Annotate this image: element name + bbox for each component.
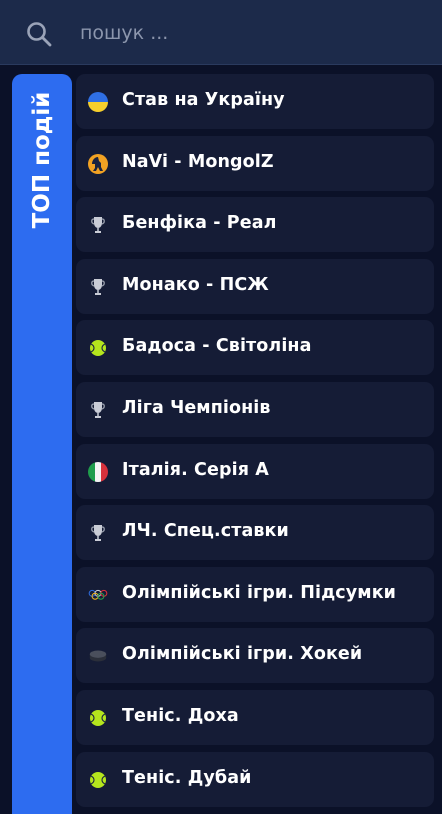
list-item[interactable]: Бенфіка - Реал — [76, 197, 434, 253]
list-item-label: Бадоса - Світоліна — [122, 336, 312, 357]
list-item-label: Монако - ПСЖ — [122, 274, 269, 295]
list-item[interactable]: Теніс. Дубай — [76, 751, 434, 807]
list-item-label: NaVi - MongolZ — [122, 151, 274, 172]
tennis-ball-icon — [88, 708, 108, 728]
list-item-label: Олімпійські ігри. Підсумки — [122, 582, 397, 603]
italy-flag-icon — [88, 461, 108, 482]
list-item[interactable]: NaVi - MongolZ — [76, 135, 434, 191]
top-events-list: Став на Україну NaVi - MongolZ Бенфіка -… — [76, 74, 434, 813]
list-item[interactable]: Став на Україну — [76, 74, 434, 129]
hockey-puck-icon — [88, 646, 108, 666]
list-item-label: Теніс. Дубай — [122, 767, 252, 788]
counter-strike-icon — [88, 153, 108, 174]
top-events-tab[interactable]: ТОП подій — [12, 74, 72, 814]
list-item-label: Бенфіка - Реал — [122, 213, 277, 234]
list-item-label: Ліга Чемпіонів — [122, 397, 271, 418]
list-item-label: Став на Україну — [122, 90, 285, 110]
list-item[interactable]: ЛЧ. Спец.ставки — [76, 505, 434, 561]
list-item[interactable]: Олімпійські ігри. Хокей — [76, 628, 434, 684]
list-item-label: Теніс. Доха — [122, 705, 239, 726]
trophy-icon — [88, 523, 108, 543]
list-item-label: Італія. Серія А — [122, 459, 269, 480]
top-events-tab-label: ТОП подій — [29, 91, 55, 229]
search-bar — [0, 0, 442, 65]
trophy-icon — [88, 400, 108, 420]
list-item[interactable]: Олімпійські ігри. Підсумки — [76, 566, 434, 622]
trophy-icon — [88, 277, 108, 297]
list-item-label: Олімпійські ігри. Хокей — [122, 644, 363, 665]
list-item[interactable]: Ліга Чемпіонів — [76, 381, 434, 437]
olympic-rings-icon — [88, 585, 108, 605]
ukraine-flag-icon — [88, 92, 108, 112]
list-item[interactable]: Монако - ПСЖ — [76, 258, 434, 314]
list-item-label: ЛЧ. Спец.ставки — [122, 521, 289, 542]
list-item[interactable]: Італія. Серія А — [76, 443, 434, 499]
list-item[interactable]: Бадоса - Світоліна — [76, 320, 434, 376]
list-item[interactable]: Теніс. Доха — [76, 689, 434, 745]
search-icon[interactable] — [26, 21, 52, 47]
tennis-ball-icon — [88, 338, 108, 358]
search-input[interactable] — [80, 18, 420, 48]
trophy-icon — [88, 215, 108, 235]
tennis-ball-icon — [88, 770, 108, 790]
